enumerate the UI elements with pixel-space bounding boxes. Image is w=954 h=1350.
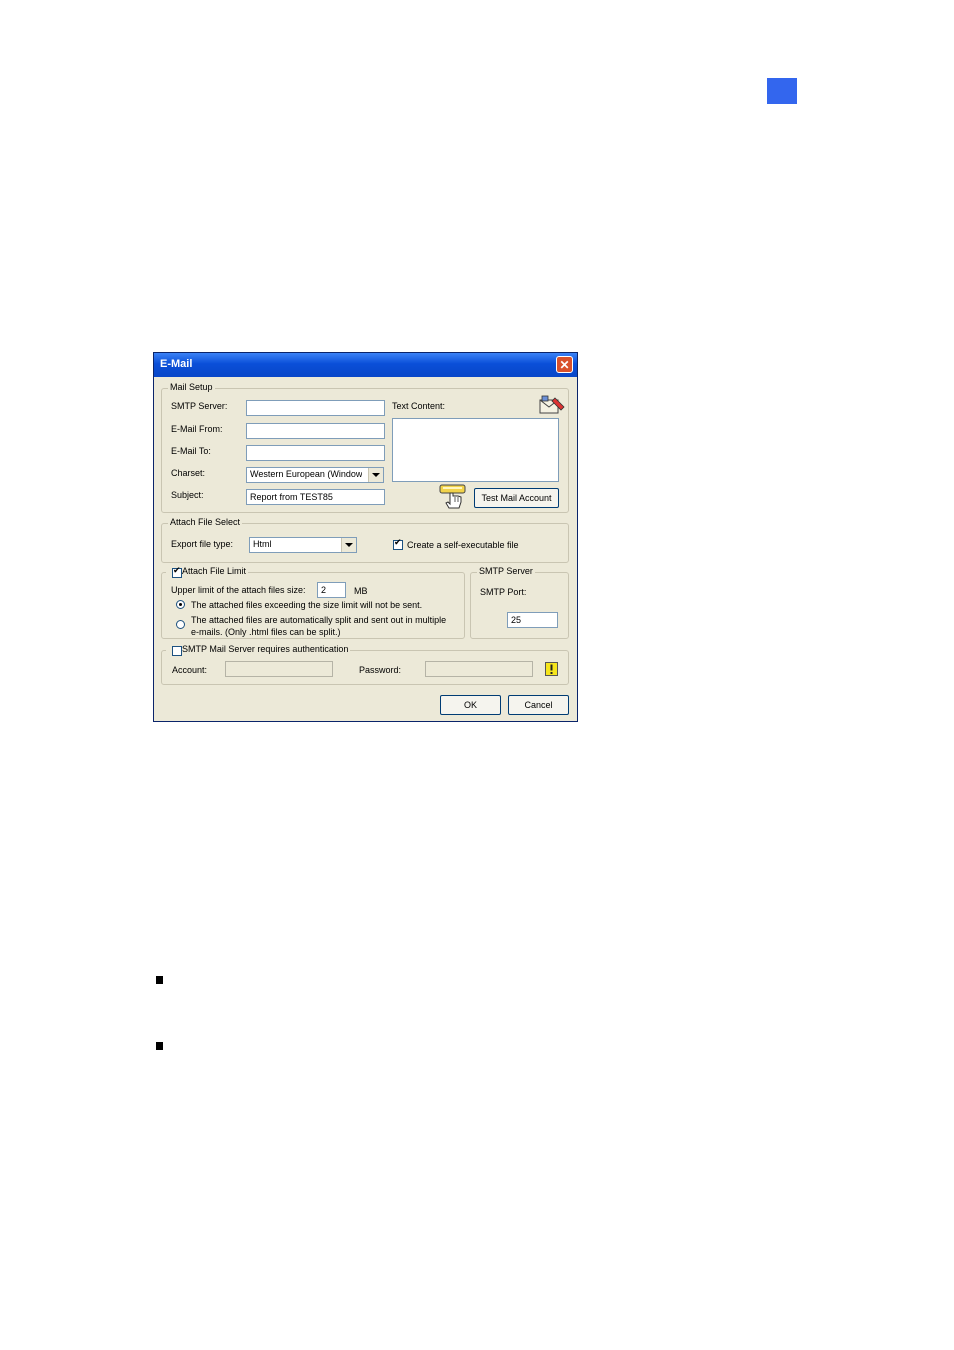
warning-icon: [545, 662, 558, 676]
export-file-type-value: Html: [253, 539, 272, 549]
mail-setup-legend: Mail Setup: [168, 382, 215, 392]
chevron-down-icon[interactable]: [368, 468, 383, 482]
subject-label: Subject:: [171, 490, 204, 500]
chevron-down-icon[interactable]: [341, 538, 356, 552]
self-executable-checkbox[interactable]: [393, 538, 403, 550]
smtp-port-input[interactable]: 25: [507, 612, 558, 628]
text-content-textarea[interactable]: [392, 418, 559, 482]
email-from-input[interactable]: [246, 423, 385, 439]
text-content-label: Text Content:: [392, 401, 446, 411]
option-no-send-radio[interactable]: [176, 600, 185, 609]
auth-legend: SMTP Mail Server requires authentication: [166, 644, 351, 654]
subject-input[interactable]: Report from TEST85: [246, 489, 385, 505]
upper-limit-input[interactable]: 2: [317, 582, 346, 598]
auth-group: SMTP Mail Server requires authentication…: [161, 644, 569, 685]
option-no-send-label: The attached files exceeding the size li…: [191, 600, 423, 610]
smtp-server-legend: SMTP Server: [477, 566, 535, 576]
account-input[interactable]: [225, 661, 333, 677]
attach-file-limit-checkbox[interactable]: [172, 566, 182, 578]
password-label: Password:: [359, 665, 402, 675]
smtp-server-label: SMTP Server:: [171, 401, 228, 411]
auth-checkbox[interactable]: [172, 646, 182, 656]
email-from-label: E-Mail From:: [171, 424, 223, 434]
option-split-label-line1: The attached files are automatically spl…: [191, 615, 447, 625]
upper-limit-unit: MB: [354, 586, 368, 596]
self-executable-label: Create a self-executable file: [407, 540, 519, 550]
mail-settings-icon[interactable]: [538, 394, 566, 416]
mail-setup-group: Mail Setup SMTP Server: E-Mail From: E-M…: [161, 382, 569, 513]
attach-file-select-group: Attach File Select Export file type: Htm…: [161, 517, 569, 563]
hand-cursor-icon[interactable]: [439, 484, 467, 510]
bullet-marker: [156, 976, 163, 984]
smtp-port-label: SMTP Port:: [480, 587, 527, 597]
email-dialog: E-Mail ✕ Mail Setup SMTP Server: E-Mail …: [153, 352, 578, 722]
ok-button[interactable]: OK: [440, 695, 501, 715]
password-input[interactable]: [425, 661, 533, 677]
option-split-label-line2: e-mails. (Only .html files can be split.…: [191, 627, 341, 637]
dialog-title: E-Mail: [160, 358, 193, 370]
attach-file-limit-group: Attach File Limit Upper limit of the att…: [161, 566, 465, 639]
title-bar[interactable]: E-Mail ✕: [154, 353, 577, 377]
upper-limit-label: Upper limit of the attach files size:: [171, 585, 306, 595]
page-marker: [767, 78, 797, 104]
attach-file-select-legend: Attach File Select: [168, 517, 243, 527]
close-button[interactable]: ✕: [556, 356, 573, 373]
charset-select[interactable]: Western European (Window: [246, 467, 384, 483]
bullet-marker: [156, 1042, 163, 1050]
test-mail-account-button[interactable]: Test Mail Account: [474, 488, 559, 508]
export-file-type-label: Export file type:: [171, 539, 234, 549]
option-split-radio[interactable]: [176, 620, 185, 629]
smtp-server-input[interactable]: [246, 400, 385, 416]
account-label: Account:: [172, 665, 208, 675]
smtp-server-group: SMTP Server SMTP Port: 25: [470, 566, 569, 639]
export-file-type-select[interactable]: Html: [249, 537, 357, 553]
email-to-label: E-Mail To:: [171, 446, 211, 456]
charset-value: Western European (Window: [250, 469, 363, 479]
charset-label: Charset:: [171, 468, 206, 478]
email-to-input[interactable]: [246, 445, 385, 461]
cancel-button[interactable]: Cancel: [508, 695, 569, 715]
